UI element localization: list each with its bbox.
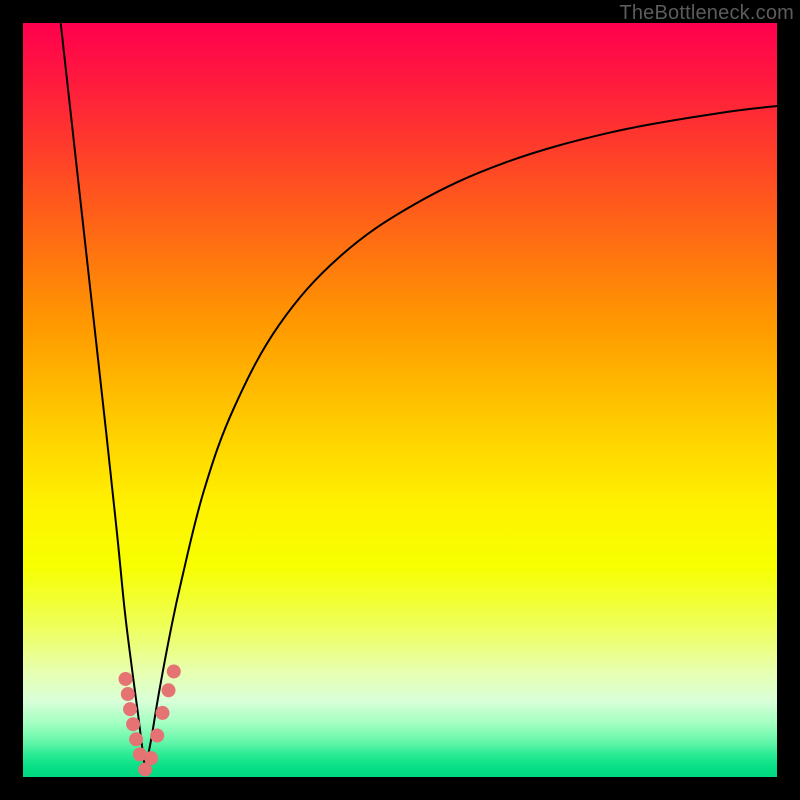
curve-layer — [23, 23, 777, 777]
data-marker — [129, 732, 143, 746]
chart-frame: TheBottleneck.com — [0, 0, 800, 800]
watermark-text: TheBottleneck.com — [619, 2, 794, 25]
curve-left — [61, 23, 145, 769]
curve-right — [145, 106, 777, 770]
data-marker — [167, 664, 181, 678]
data-marker — [121, 687, 135, 701]
data-marker — [150, 729, 164, 743]
data-marker — [144, 751, 158, 765]
data-marker — [126, 717, 140, 731]
data-marker — [119, 672, 133, 686]
plot-area — [23, 23, 777, 777]
data-marker — [162, 683, 176, 697]
data-marker — [123, 702, 137, 716]
data-marker — [155, 706, 169, 720]
